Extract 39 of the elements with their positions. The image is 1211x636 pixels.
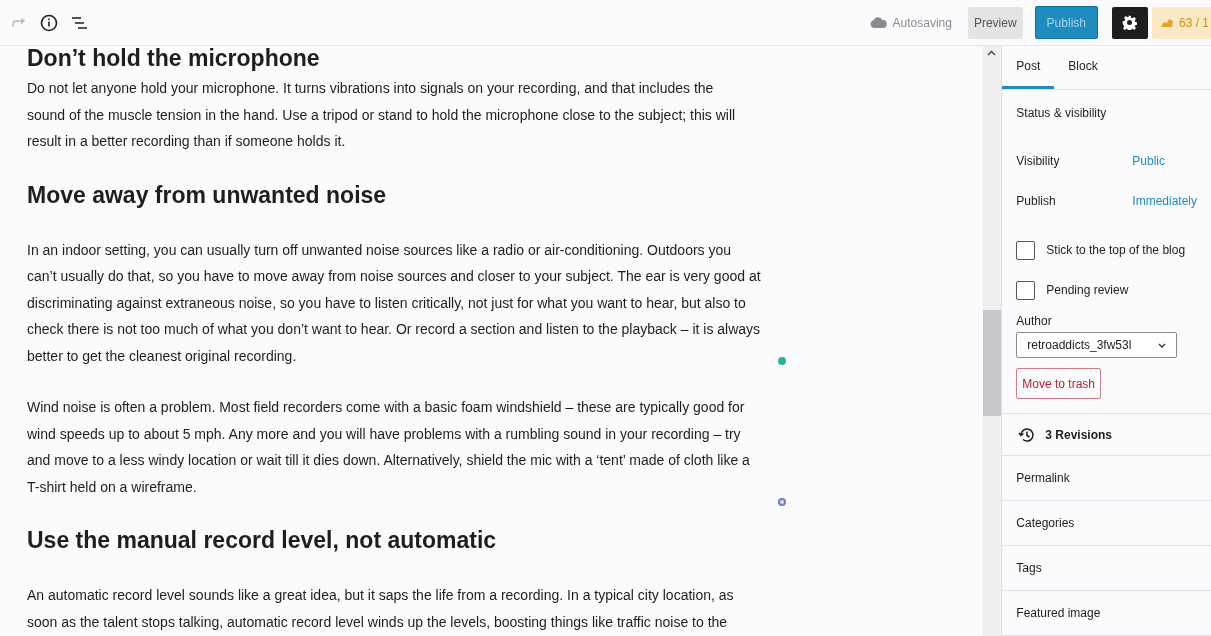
checkbox-label: Stick to the top of the blog xyxy=(1046,242,1186,259)
scroll-up-icon[interactable] xyxy=(987,50,997,56)
panel-title[interactable]: Tags xyxy=(1016,559,1042,577)
settings-icon xyxy=(1122,15,1138,30)
field-link[interactable]: Public xyxy=(1132,152,1165,190)
settings-button[interactable] xyxy=(1111,6,1148,39)
panel-title[interactable]: Status & visibility xyxy=(1016,106,1197,121)
field-label: Author xyxy=(1016,313,1053,330)
scrollbar[interactable] xyxy=(983,46,1002,636)
field-link[interactable]: Immediately xyxy=(1132,192,1197,230)
sidebar-tab[interactable]: Post xyxy=(1002,46,1055,89)
add-block-icon[interactable] xyxy=(778,498,786,506)
field-label: Publish xyxy=(1016,193,1057,210)
heading: Don’t hold the microphone xyxy=(27,46,321,73)
trash-button[interactable]: Move to trash xyxy=(1016,368,1101,399)
checkbox[interactable] xyxy=(1016,280,1036,300)
list-view-icon[interactable] xyxy=(72,15,88,30)
cloud-icon xyxy=(869,17,887,28)
paragraph: An automatic record level sounds like a great idea, but it saps the life from a recording. In a typical city location, as soon as the talent stops talking, automatic record level winds up the levels, boosting things like traffic noise to the xyxy=(27,586,734,632)
paragraph: Do not let anyone hold your microphone. It turns vibrations into signals on your recording, and that includes the sound of the muscle tension in the hand. Use a tripod or stand to hold the microphone close to the subject; this will result in a better recording than if someone holds it. xyxy=(27,79,736,151)
checkbox[interactable] xyxy=(1016,240,1036,260)
autosave-status: Autosaving xyxy=(892,14,952,32)
panel-title[interactable]: Featured image xyxy=(1016,604,1101,622)
author-select[interactable]: retroaddicts_3fw53l xyxy=(1016,332,1178,358)
paragraph: Wind noise is often a problem. Most field recorders come with a basic foam windshield – these are typically good for wind speeds up to about 5 mph. Any more and you will have problems with a rumbling sound in your recording – try and move to a less windy location or wait till it dies down. Alternatively, shield the mic with a ‘tent’ made of cloth like a T-shirt held on a wireframe. xyxy=(27,398,750,497)
preview-button[interactable]: Preview xyxy=(967,6,1023,39)
heading: Use the manual record level, not automatic xyxy=(27,526,498,555)
panel-title[interactable]: Permalink xyxy=(1016,469,1070,487)
scrollbar-thumb[interactable] xyxy=(983,310,1002,416)
sidebar-tab[interactable]: Block xyxy=(1054,46,1112,89)
history-icon xyxy=(1018,426,1036,443)
panel-title[interactable]: Categories xyxy=(1016,514,1075,532)
info-icon[interactable] xyxy=(40,13,58,32)
paragraph: In an indoor setting, you can usually turn off unwanted noise sources like a radio or air-conditioning. Outdoors you can’t usually do that, so you have to move away from noise sources and closer to your subject. The ear is very good at discriminating against extraneous noise, so you have to listen critically, not just for what you want to hear, but also to check there is not too much of what you don’t want to hear. Or record a section and listen to the playback – it is always better to get the cleanest original recording. xyxy=(27,240,761,366)
heading: Move away from unwanted noise xyxy=(27,180,388,210)
checkbox-label: Pending review xyxy=(1046,282,1129,299)
chevron-down-icon xyxy=(1158,342,1167,348)
revisions-link[interactable]: 3 Revisions xyxy=(1045,425,1112,444)
field-label: Visibility xyxy=(1016,153,1061,170)
